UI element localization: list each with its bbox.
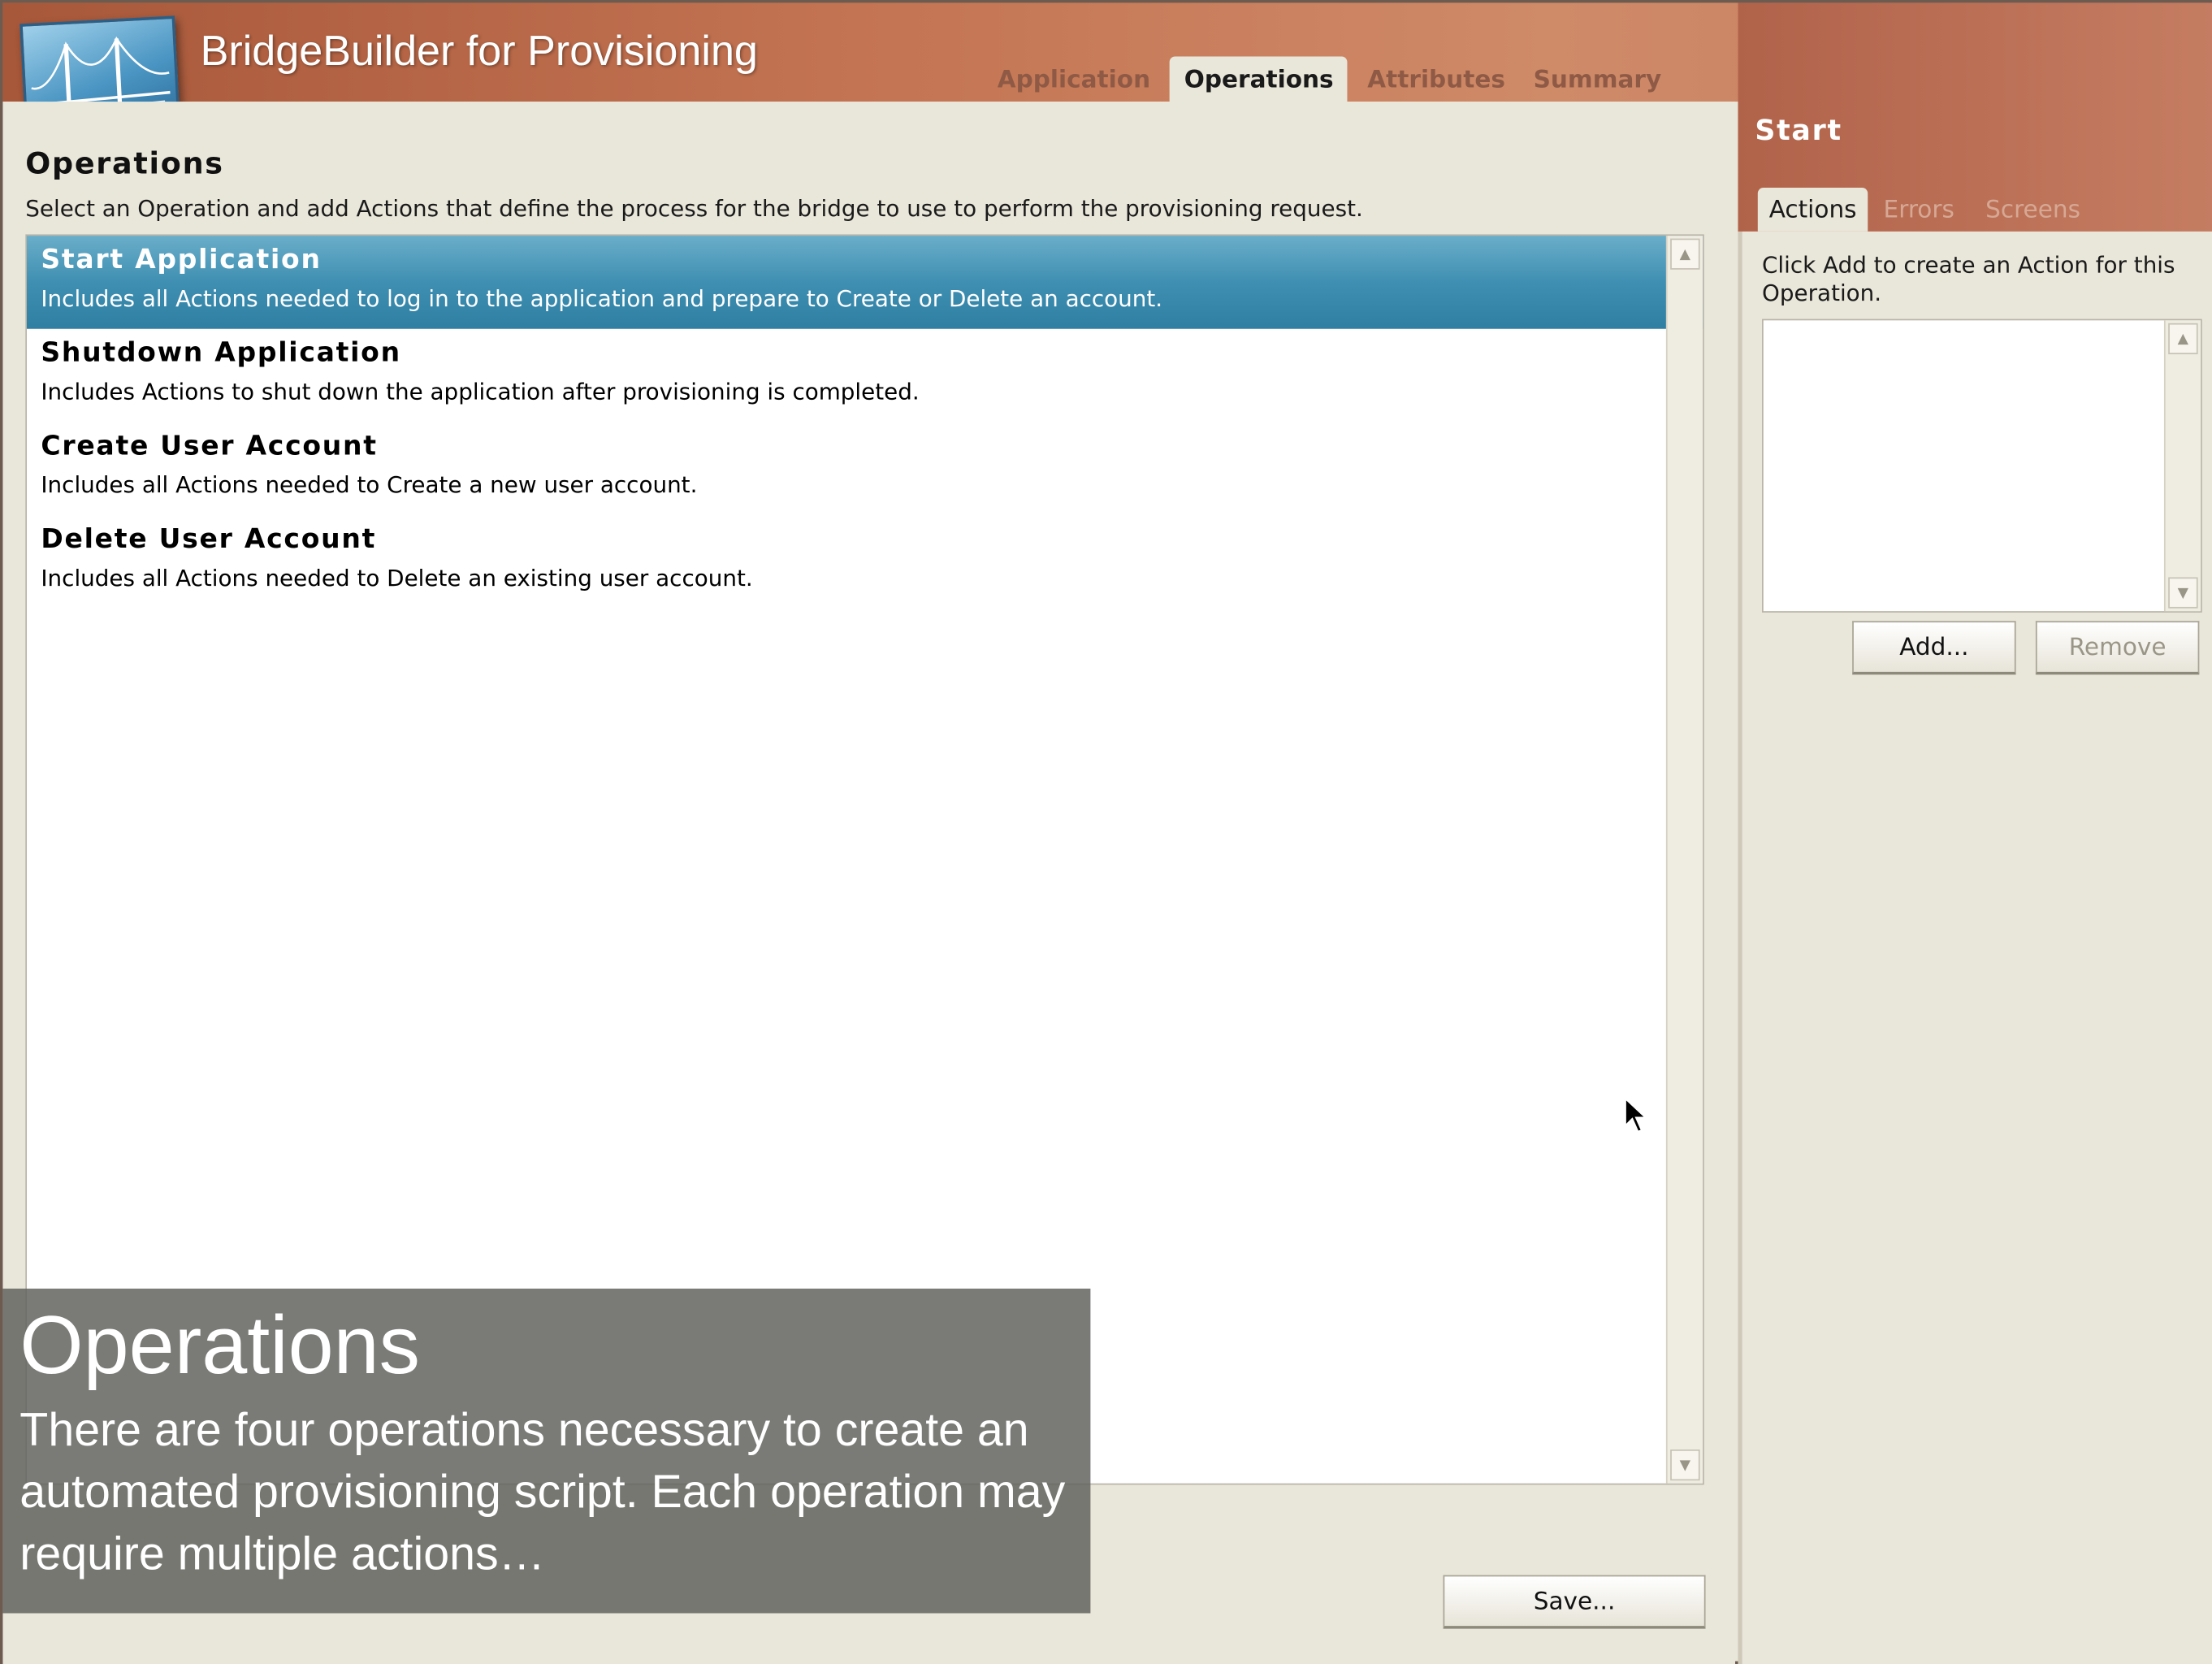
caption-body: There are four operations necessary to c… xyxy=(19,1402,1066,1580)
operations-scrollbar[interactable]: ▲ ▼ xyxy=(1665,236,1703,1484)
save-button[interactable]: Save... xyxy=(1443,1575,1706,1629)
operation-name: Shutdown Application xyxy=(41,337,401,369)
operation-start-application[interactable]: Start Application Includes all Actions n… xyxy=(26,236,1703,329)
tab-application[interactable]: Application xyxy=(983,56,1164,102)
operation-description: Includes all Actions needed to Create a … xyxy=(41,471,698,499)
page-description: Select an Operation and add Actions that… xyxy=(25,194,1363,222)
operation-name: Delete User Account xyxy=(41,523,377,555)
remove-action-button[interactable]: Remove xyxy=(2035,621,2200,675)
operation-create-user-account[interactable]: Create User Account Includes all Actions… xyxy=(27,422,1703,515)
tab-screens[interactable]: Screens xyxy=(1970,188,2096,232)
tab-attributes[interactable]: Attributes xyxy=(1353,56,1519,102)
app-title: BridgeBuilder for Provisioning xyxy=(200,28,758,76)
operation-description: Includes Actions to shut down the applic… xyxy=(41,378,920,405)
operation-delete-user-account[interactable]: Delete User Account Includes all Actions… xyxy=(27,515,1703,609)
scroll-down-icon[interactable]: ▼ xyxy=(1670,1450,1700,1481)
caption-overlay: Operations There are four operations nec… xyxy=(2,1288,1091,1614)
actions-list[interactable]: ▲ ▼ xyxy=(1762,318,2202,613)
operation-description: Includes all Actions needed to Delete an… xyxy=(41,564,753,592)
side-panel-title: Start xyxy=(1755,112,1842,147)
operation-description: Includes all Actions needed to log in to… xyxy=(41,284,1163,312)
tab-errors[interactable]: Errors xyxy=(1868,188,1970,232)
scroll-up-icon[interactable]: ▲ xyxy=(1670,238,1700,270)
stage: BridgeBuilder for Provisioning Applicati… xyxy=(0,0,2212,1664)
caption-title: Operations xyxy=(19,1299,421,1392)
operation-detail-panel: Start Actions Errors Screens Click Add t… xyxy=(1738,2,2212,1664)
operation-name: Start Application xyxy=(41,244,322,275)
page-title: Operations xyxy=(25,146,224,181)
tab-actions[interactable]: Actions xyxy=(1757,188,1868,232)
actions-scrollbar[interactable]: ▲ ▼ xyxy=(2163,320,2201,612)
main-tabs: Application Operations Attributes Summar… xyxy=(983,56,1675,102)
tab-summary[interactable]: Summary xyxy=(1519,56,1675,102)
scroll-down-icon[interactable]: ▼ xyxy=(2168,577,2198,609)
mouse-cursor-icon xyxy=(1622,1095,1651,1143)
side-panel-header: Start Actions Errors Screens xyxy=(1738,2,2212,232)
app-window: BridgeBuilder for Provisioning Applicati… xyxy=(0,0,2212,1664)
add-action-button[interactable]: Add... xyxy=(1852,621,2016,675)
operation-name: Create User Account xyxy=(41,430,378,462)
side-tabs: Actions Errors Screens xyxy=(1757,188,2096,232)
tab-operations[interactable]: Operations xyxy=(1170,56,1348,102)
scroll-up-icon[interactable]: ▲ xyxy=(2168,323,2198,355)
operation-shutdown-application[interactable]: Shutdown Application Includes Actions to… xyxy=(27,329,1703,422)
actions-hint: Click Add to create an Action for this O… xyxy=(1762,251,2175,306)
